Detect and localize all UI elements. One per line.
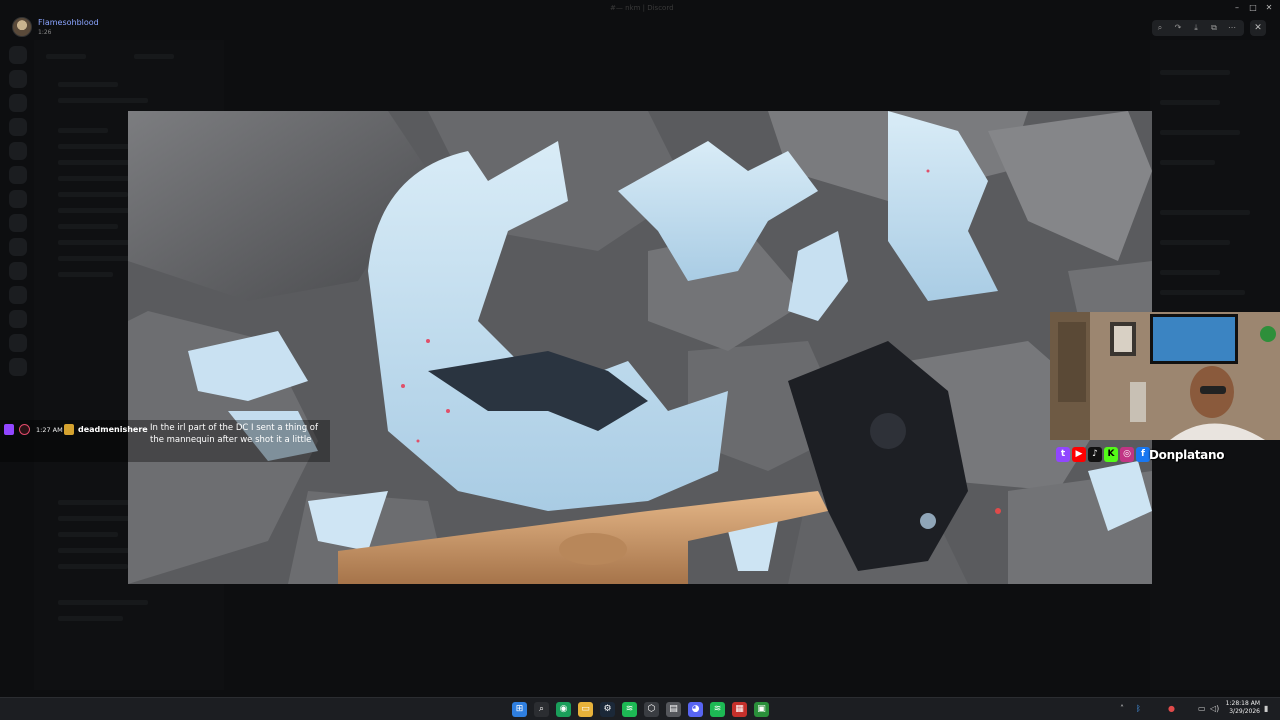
forward-icon[interactable]: ↷ bbox=[1170, 20, 1186, 36]
steam-icon[interactable]: ⚙ bbox=[600, 702, 615, 717]
facebook-icon: f bbox=[1136, 447, 1150, 462]
zoom-icon[interactable]: ⌕ bbox=[1152, 20, 1168, 36]
network-icon[interactable]: ▭ bbox=[1198, 704, 1206, 713]
tray-app-icon[interactable]: ● bbox=[1168, 704, 1175, 713]
photo-shattered-mannequin bbox=[128, 111, 1152, 584]
media-image[interactable] bbox=[128, 111, 1152, 584]
avatar[interactable] bbox=[12, 17, 32, 37]
clock-time: 1:28:18 AM bbox=[1225, 700, 1260, 707]
spotify-icon[interactable]: ≋ bbox=[710, 702, 725, 717]
chat-message: In the irl part of the DC I sent a thing… bbox=[150, 423, 318, 445]
webcam-overlay bbox=[1050, 312, 1280, 440]
spotify-icon[interactable]: ≋ bbox=[622, 702, 637, 717]
discord-icon[interactable]: ◕ bbox=[688, 702, 703, 717]
chat-badge-icon bbox=[64, 424, 74, 435]
notepad-icon[interactable]: ▤ bbox=[666, 702, 681, 717]
chat-user-avatar bbox=[19, 424, 30, 435]
search-icon[interactable]: ⌕ bbox=[534, 702, 549, 717]
window-title: #— nkm | Discord bbox=[610, 4, 674, 12]
uploader-name[interactable]: Flamesohblood bbox=[38, 18, 99, 27]
media-toolbar: ⌕ ↷ ⤓ ⧉ ⋯ bbox=[1152, 20, 1244, 36]
window-maximize-icon[interactable]: □ bbox=[1246, 2, 1260, 14]
chrome-icon[interactable]: ◉ bbox=[556, 702, 571, 717]
window-minimize-icon[interactable]: – bbox=[1230, 2, 1244, 14]
chat-timestamp: 1:27 AM bbox=[36, 426, 63, 434]
chat-username: deadmenishere bbox=[78, 425, 148, 434]
close-icon[interactable]: ✕ bbox=[1250, 20, 1266, 36]
kick-icon: K bbox=[1104, 447, 1118, 462]
server-list bbox=[0, 40, 34, 680]
taskbar-clock[interactable]: 1:28:18 AM 3/29/2026 bbox=[1222, 700, 1260, 716]
open-external-icon[interactable]: ⧉ bbox=[1206, 20, 1222, 36]
download-icon[interactable]: ⤓ bbox=[1188, 20, 1204, 36]
media-app-icon[interactable]: ▦ bbox=[732, 702, 747, 717]
clock-date: 3/29/2026 bbox=[1229, 708, 1260, 715]
explorer-icon[interactable]: ▭ bbox=[578, 702, 593, 717]
twitch-icon bbox=[4, 424, 14, 435]
tiktok-icon: ♪ bbox=[1088, 447, 1102, 462]
app-icon[interactable]: ⬡ bbox=[644, 702, 659, 717]
instagram-icon: ◎ bbox=[1120, 447, 1134, 462]
windows-taskbar: ⊞ ⌕ ◉ ▭ ⚙ ≋ ⬡ ▤ ◕ ≋ ▦ ▣ ˄ ᛒ ● ▭ ◁) 1:28:… bbox=[0, 697, 1280, 720]
more-icon[interactable]: ⋯ bbox=[1224, 20, 1240, 36]
webcam-feed bbox=[1050, 312, 1280, 440]
volume-icon[interactable]: ◁) bbox=[1210, 704, 1219, 713]
notification-icon[interactable]: ▮ bbox=[1264, 704, 1268, 713]
youtube-icon: ▶ bbox=[1072, 447, 1086, 462]
twitch-icon: t bbox=[1056, 447, 1070, 462]
streamer-handle: Donplatano bbox=[1149, 448, 1225, 462]
bluetooth-icon[interactable]: ᛒ bbox=[1136, 704, 1141, 713]
chevron-up-icon[interactable]: ˄ bbox=[1120, 704, 1124, 713]
upload-time: 1:26 bbox=[38, 29, 52, 36]
app-icon[interactable]: ▣ bbox=[754, 702, 769, 717]
windows-start-icon[interactable]: ⊞ bbox=[512, 702, 527, 717]
media-viewer-header: Flamesohblood 1:26 #— nkm | Discord – □ … bbox=[0, 0, 1280, 48]
window-close-icon[interactable]: ✕ bbox=[1262, 2, 1276, 14]
